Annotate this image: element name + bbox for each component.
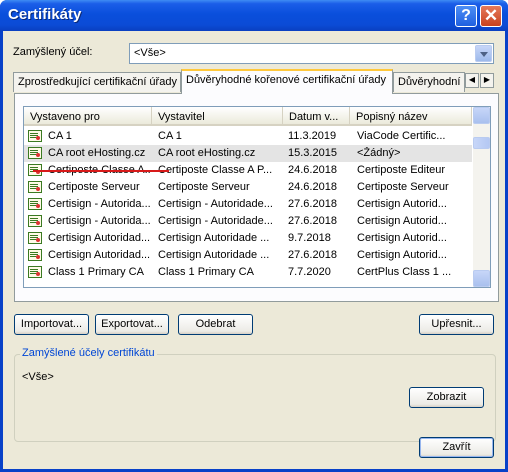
intended-purposes-title: Zamýšlené účely certifikátu xyxy=(20,347,157,359)
view-button-label: Zobrazit xyxy=(426,391,467,403)
table-cell: CA 1 xyxy=(158,130,182,142)
certificate-icon xyxy=(28,249,42,261)
certificate-icon xyxy=(28,181,42,193)
table-row[interactable]: Certiposte Serveur Certiposte Serveur 24.6… xyxy=(24,179,472,196)
table-cell: <Žádný> xyxy=(357,147,401,159)
table-cell: Certisign Autorid... xyxy=(357,249,447,261)
column-header-expiration[interactable]: Datum v... xyxy=(283,107,350,126)
advanced-button[interactable]: Upřesnit... xyxy=(419,314,494,335)
table-row[interactable]: Certisign - Autorida... Certisign - Autor… xyxy=(24,196,472,213)
tab-trusted-root-ca[interactable]: Důvěryhodné kořenové certifikační úřady xyxy=(181,69,393,94)
dialog-client-area: Zamýšlený účel: <Vše> Zprostředkující ce… xyxy=(3,31,505,469)
close-window-button[interactable]: ✕ xyxy=(480,5,502,27)
table-cell: Certisign Autoridad... xyxy=(48,232,150,244)
table-row[interactable]: Certisign Autoridad... Certisign Autorida… xyxy=(24,247,472,264)
close-button[interactable]: Zavřít xyxy=(419,437,494,458)
tab-scroll-left-button[interactable]: ◀ xyxy=(465,73,479,88)
table-cell: 27.6.2018 xyxy=(288,198,337,210)
table-cell: 7.7.2020 xyxy=(288,266,331,278)
certificates-window: Certifikáty ? ✕ Zamýšlený účel: <Vše> Zp… xyxy=(0,0,508,472)
table-cell: Certisign Autoridad... xyxy=(48,249,150,261)
table-cell: Certisign - Autorida... xyxy=(48,198,150,210)
table-cell: Certisign Autorid... xyxy=(357,215,447,227)
window-title: Certifikáty xyxy=(8,6,82,23)
import-button[interactable]: Importovat... xyxy=(14,314,89,335)
tab-panel: Vystaveno pro Vystavitel Datum v... Popi… xyxy=(14,93,499,302)
table-cell: Certisign Autoridade ... xyxy=(158,249,270,261)
tab-label: Důvěryhodní xyxy=(398,76,461,88)
tab-trusted-publishers[interactable]: Důvěryhodní xyxy=(393,72,465,92)
table-cell: 24.6.2018 xyxy=(288,164,337,176)
certificate-icon xyxy=(28,232,42,244)
table-row[interactable]: Certisign - Autorida... Certisign - Autor… xyxy=(24,213,472,230)
table-cell: Certisign - Autorida... xyxy=(48,215,150,227)
table-cell: 27.6.2018 xyxy=(288,249,337,261)
table-cell: CA root eHosting.cz xyxy=(48,147,146,159)
table-cell: CA 1 xyxy=(48,130,72,142)
table-row[interactable]: Certisign Autoridad... Certisign Autorida… xyxy=(24,230,472,247)
remove-button[interactable]: Odebrat xyxy=(178,314,253,335)
title-bar[interactable]: Certifikáty ? ✕ xyxy=(0,0,508,31)
table-row[interactable]: CA root eHosting.cz CA root eHosting.cz 15… xyxy=(24,145,472,162)
certificate-icon xyxy=(28,198,42,210)
column-header-issued-by[interactable]: Vystavitel xyxy=(152,107,283,126)
column-header-issued-to[interactable]: Vystaveno pro xyxy=(24,107,152,126)
table-cell: Certisign - Autoridade... xyxy=(158,215,273,227)
table-cell: Certiposte Editeur xyxy=(357,164,446,176)
certificate-icon xyxy=(28,266,42,278)
table-cell: Certiposte Serveur xyxy=(357,181,449,193)
purpose-label: Zamýšlený účel: xyxy=(13,46,93,58)
tab-scroll-right-button[interactable]: ▶ xyxy=(480,73,494,88)
table-cell: Certiposte Serveur xyxy=(158,181,250,193)
scroll-thumb[interactable] xyxy=(473,137,490,149)
question-mark-icon: ? xyxy=(461,7,471,24)
table-cell: 24.6.2018 xyxy=(288,181,337,193)
remove-button-label: Odebrat xyxy=(195,318,236,330)
table-cell: Class 1 Primary CA xyxy=(48,266,144,278)
list-vertical-scrollbar[interactable] xyxy=(473,107,490,287)
certificate-icon xyxy=(28,215,42,227)
table-cell: 27.6.2018 xyxy=(288,215,337,227)
tab-label: Zprostředkující certifikační úřady xyxy=(18,76,177,88)
arrow-left-icon: ◀ xyxy=(468,75,476,84)
view-button[interactable]: Zobrazit xyxy=(409,387,484,408)
close-button-label: Zavřít xyxy=(442,441,471,453)
tab-intermediate-ca[interactable]: Zprostředkující certifikační úřady xyxy=(13,72,181,92)
table-cell: 11.3.2019 xyxy=(288,130,337,142)
close-icon: ✕ xyxy=(483,6,499,25)
scroll-down-button[interactable] xyxy=(473,270,490,287)
table-cell: Certisign Autorid... xyxy=(357,232,447,244)
advanced-button-label: Upřesnit... xyxy=(431,318,482,330)
table-cell: CA root eHosting.cz xyxy=(158,147,256,159)
chevron-down-icon[interactable] xyxy=(475,45,492,62)
arrow-right-icon: ▶ xyxy=(483,75,491,84)
intended-purposes-value: <Vše> xyxy=(22,371,54,383)
help-button[interactable]: ? xyxy=(455,5,477,27)
list-header: Vystaveno pro Vystavitel Datum v... Popi… xyxy=(24,107,472,126)
table-row[interactable]: CA 1 CA 1 11.3.2019 ViaCode Certific... xyxy=(24,128,472,145)
table-cell: Certiposte Classe A P... xyxy=(158,164,273,176)
table-cell: Class 1 Primary CA xyxy=(158,266,254,278)
table-cell: ViaCode Certific... xyxy=(357,130,446,142)
table-row[interactable]: Class 1 Primary CA Class 1 Primary CA 7.7.… xyxy=(24,264,472,281)
import-button-label: Importovat... xyxy=(20,318,83,330)
certificate-list[interactable]: Vystaveno pro Vystavitel Datum v... Popi… xyxy=(23,106,491,288)
table-cell: Certisign Autoridade ... xyxy=(158,232,270,244)
scroll-up-button[interactable] xyxy=(473,107,490,124)
table-cell: CertPlus Class 1 ... xyxy=(357,266,452,278)
purpose-select-value: <Vše> xyxy=(134,47,166,59)
purpose-select[interactable]: <Vše> xyxy=(129,43,494,64)
table-cell: Certiposte Serveur xyxy=(48,181,140,193)
row-highlight-underline xyxy=(33,170,169,172)
table-cell: 9.7.2018 xyxy=(288,232,331,244)
tab-label: Důvěryhodné kořenové certifikační úřady xyxy=(186,74,386,86)
certificate-icon xyxy=(28,130,42,142)
export-button-label: Exportovat... xyxy=(101,318,163,330)
table-cell: 15.3.2015 xyxy=(288,147,337,159)
table-cell: Certisign Autorid... xyxy=(357,198,447,210)
export-button[interactable]: Exportovat... xyxy=(95,314,169,335)
column-header-friendly-name[interactable]: Popisný název xyxy=(350,107,472,126)
table-cell: Certisign - Autoridade... xyxy=(158,198,273,210)
certificate-icon xyxy=(28,147,42,159)
